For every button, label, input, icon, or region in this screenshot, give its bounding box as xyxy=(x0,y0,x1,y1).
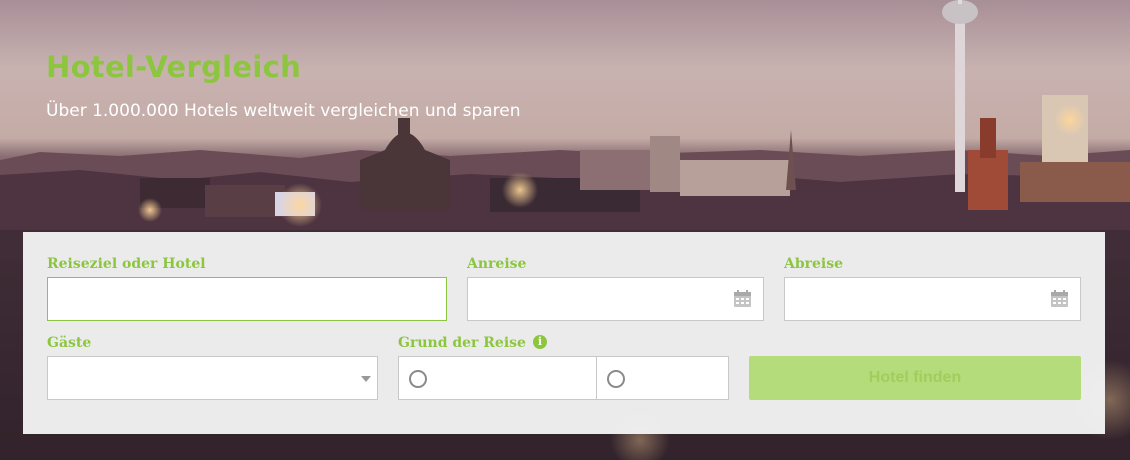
checkout-input[interactable] xyxy=(784,277,1081,321)
checkin-label: Anreise xyxy=(467,256,527,272)
chevron-down-icon xyxy=(361,376,371,382)
checkin-input[interactable] xyxy=(467,277,764,321)
hero-title: Hotel-Vergleich xyxy=(46,50,302,84)
destination-input[interactable] xyxy=(47,277,447,321)
reason-radio-2[interactable] xyxy=(607,370,625,388)
guests-select[interactable] xyxy=(47,356,378,400)
hero-subtitle: Über 1.000.000 Hotels weltweit vergleich… xyxy=(46,101,521,121)
destination-label: Reiseziel oder Hotel xyxy=(47,256,206,272)
info-icon[interactable]: i xyxy=(533,335,547,349)
find-hotel-button[interactable]: Hotel finden xyxy=(749,356,1081,400)
guests-label: Gäste xyxy=(47,335,92,351)
reason-label: Grund der Reise xyxy=(398,335,526,351)
radio-divider xyxy=(596,357,597,399)
reason-radio-group xyxy=(398,356,729,400)
calendar-icon[interactable] xyxy=(733,289,752,308)
hotel-search-form: Reiseziel oder Hotel Anreise Abreise Gäs… xyxy=(23,232,1105,434)
calendar-icon[interactable] xyxy=(1050,289,1069,308)
checkout-label: Abreise xyxy=(784,256,844,272)
reason-radio-1[interactable] xyxy=(409,370,427,388)
